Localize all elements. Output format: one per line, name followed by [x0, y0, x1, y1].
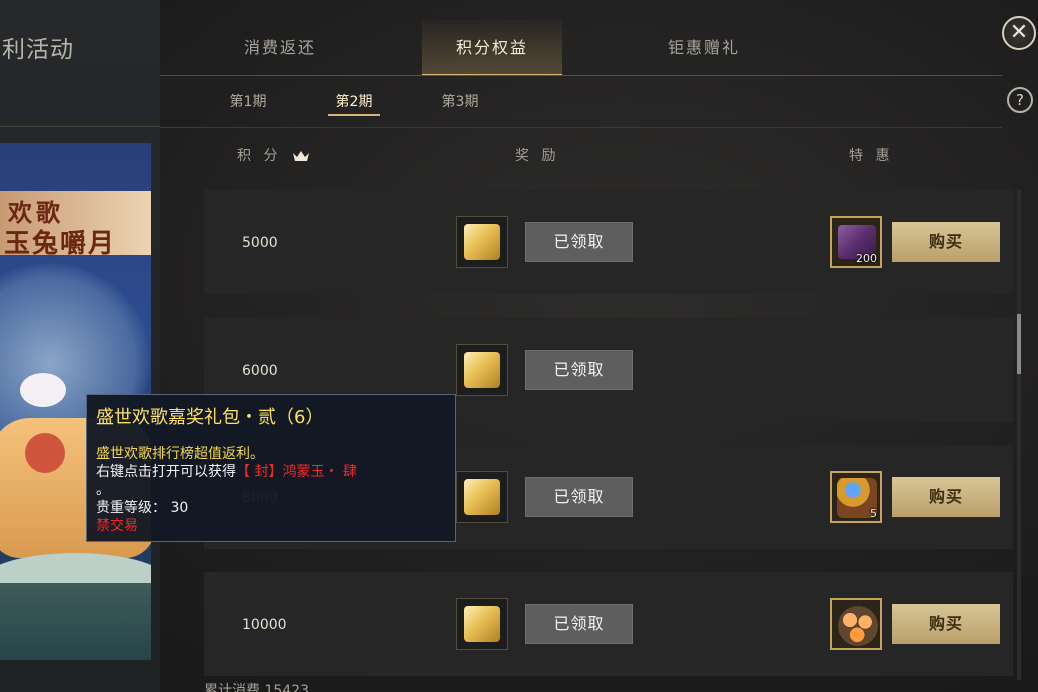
gold-box-icon [464, 479, 500, 515]
scrollbar-track[interactable] [1017, 190, 1021, 680]
column-header-points: 积 分 [237, 145, 310, 165]
table-row: 10000 已领取 购买 [204, 572, 1013, 676]
scrollbar-thumb[interactable] [1017, 314, 1021, 374]
gold-box-icon [464, 224, 500, 260]
tab-period-2[interactable]: 第2期 [314, 86, 394, 118]
tooltip-no-trade: 禁交易 [96, 518, 138, 534]
reward-item-slot[interactable] [456, 598, 508, 650]
header-divider [160, 127, 1002, 128]
buy-button[interactable]: 购买 [892, 222, 1000, 262]
tab-period-3[interactable]: 第3期 [420, 86, 500, 118]
special-item-slot[interactable] [830, 598, 882, 650]
tab-special-gifts[interactable]: 钜惠赠礼 [634, 20, 774, 76]
close-button[interactable]: ✕ [1002, 16, 1036, 50]
tooltip-usage: 右键点击打开可以获得【 封】鸿蒙玉・ 肆 [96, 461, 357, 481]
gold-box-icon [464, 606, 500, 642]
divider [0, 126, 160, 127]
column-header-points-label: 积 分 [237, 148, 282, 164]
tooltip-punctuation: 。 [96, 482, 110, 498]
rabbit-illustration [20, 373, 66, 407]
tooltip-level-value: 30 [170, 500, 189, 516]
help-icon: ? [1016, 91, 1024, 109]
close-icon: ✕ [1009, 20, 1029, 45]
tooltip-usage-text: 右键点击打开可以获得 [96, 464, 236, 480]
period-tabs: 第1期 第2期 第3期 [200, 86, 600, 118]
tooltip-title: 盛世欢歌嘉奖礼包・贰（6） [96, 407, 324, 428]
column-header-reward: 奖 励 [515, 148, 560, 164]
column-header-special: 特 惠 [849, 148, 894, 164]
reward-item-slot[interactable] [456, 344, 508, 396]
claimed-button[interactable]: 已领取 [525, 350, 633, 390]
main-tabs: 消费返还 积分权益 钜惠赠礼 [160, 20, 1002, 76]
tooltip-level-label: 贵重等级： [96, 500, 166, 516]
claimed-button[interactable]: 已领取 [525, 604, 633, 644]
tooltip-description: 盛世欢歌排行榜超值返利。 [96, 446, 264, 462]
reward-item-slot[interactable] [456, 216, 508, 268]
item-tooltip: 盛世欢歌嘉奖礼包・贰（6） 盛世欢歌排行榜超值返利。 右键点击打开可以获得【 封… [86, 394, 456, 542]
special-item-slot[interactable]: 200 [830, 216, 882, 268]
mooncake-emblem [25, 433, 65, 473]
banner-base [0, 583, 151, 660]
buy-button[interactable]: 购买 [892, 477, 1000, 517]
orange-orbs-icon [838, 606, 878, 646]
crown-icon [292, 151, 309, 161]
tooltip-reward-item: 【 封】鸿蒙玉・ 肆 [236, 464, 357, 480]
tooltip-level: 贵重等级： 30 [96, 497, 188, 517]
special-item-slot[interactable]: 5 [830, 471, 882, 523]
panel-title: 利活动 [2, 37, 74, 63]
claimed-button[interactable]: 已领取 [525, 477, 633, 517]
total-consumption-label: 累计消费 [204, 683, 260, 692]
total-consumption: 累计消费 15423 [204, 680, 309, 692]
total-consumption-value: 15423 [264, 683, 309, 692]
row-points: 5000 [242, 235, 278, 251]
row-points: 10000 [242, 617, 287, 633]
tab-period-1[interactable]: 第1期 [208, 86, 288, 118]
buy-button[interactable]: 购买 [892, 604, 1000, 644]
help-button[interactable]: ? [1007, 87, 1033, 113]
item-quantity: 200 [856, 252, 877, 265]
tab-divider [160, 75, 1002, 76]
gold-box-icon [464, 352, 500, 388]
banner-text-line2: 玉兔嚼月 [4, 229, 117, 259]
table-row: 5000 已领取 200 购买 [204, 190, 1013, 294]
item-quantity: 5 [870, 507, 877, 520]
row-points: 6000 [242, 363, 278, 379]
reward-item-slot[interactable] [456, 471, 508, 523]
tab-consumption-rebate[interactable]: 消费返还 [210, 20, 350, 76]
claimed-button[interactable]: 已领取 [525, 222, 633, 262]
tab-points-benefits[interactable]: 积分权益 [422, 20, 562, 76]
